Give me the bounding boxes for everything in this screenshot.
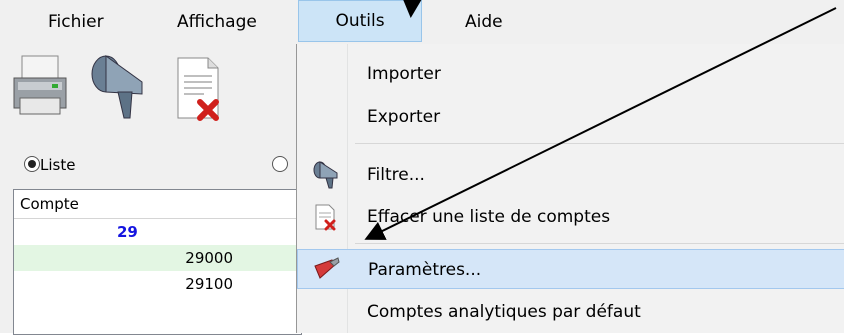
filter-funnel-icon[interactable] xyxy=(84,52,148,124)
menu-item-comptes-analytiques[interactable]: Comptes analytiques par défaut xyxy=(297,292,844,332)
outils-dropdown-menu: Importer Exporter Filtre... Effacer une … xyxy=(296,44,844,333)
menu-item-label: Effacer une liste de comptes xyxy=(367,207,611,227)
printer-icon[interactable] xyxy=(8,52,72,124)
menu-bar: Fichier Affichage Outils Aide xyxy=(0,0,844,44)
menu-item-exporter[interactable]: Exporter xyxy=(297,97,844,137)
menu-item-label: Comptes analytiques par défaut xyxy=(367,302,641,322)
menu-item-label: Importer xyxy=(367,64,441,84)
menu-item-filtre[interactable]: Filtre... xyxy=(297,155,844,195)
menu-item-effacer-liste-comptes[interactable]: Effacer une liste de comptes xyxy=(297,197,844,237)
other-view-radio[interactable] xyxy=(272,156,288,172)
left-panel: Liste Compte 29 29000 29100 xyxy=(0,44,302,335)
menu-separator xyxy=(355,143,844,144)
menu-item-label: Paramètres... xyxy=(368,260,482,280)
account-group-value: 29 xyxy=(117,223,138,241)
menu-separator xyxy=(355,243,844,244)
account-value: 29100 xyxy=(185,275,233,293)
liste-radio-label: Liste xyxy=(40,156,76,174)
settings-tool-icon xyxy=(312,256,340,284)
list-item[interactable]: 29000 xyxy=(14,245,301,271)
menu-outils[interactable]: Outils xyxy=(298,0,422,42)
menu-item-parametres[interactable]: Paramètres... xyxy=(297,249,844,289)
list-item[interactable]: 29 xyxy=(14,219,301,245)
menu-item-label: Exporter xyxy=(367,107,441,127)
delete-document-icon[interactable] xyxy=(168,52,232,124)
list-item[interactable]: 29100 xyxy=(14,271,301,297)
account-value: 29000 xyxy=(185,249,233,267)
column-header-compte[interactable]: Compte xyxy=(14,190,301,219)
accounts-list[interactable]: Compte 29 29000 29100 xyxy=(13,189,302,335)
filter-funnel-icon xyxy=(311,161,339,189)
menu-item-label: Filtre... xyxy=(367,165,425,185)
delete-document-icon xyxy=(311,203,339,231)
menu-affichage[interactable]: Affichage xyxy=(177,0,257,44)
liste-radio[interactable] xyxy=(24,156,40,172)
menu-aide[interactable]: Aide xyxy=(465,0,503,44)
menu-fichier[interactable]: Fichier xyxy=(48,0,104,44)
menu-item-importer[interactable]: Importer xyxy=(297,54,844,94)
